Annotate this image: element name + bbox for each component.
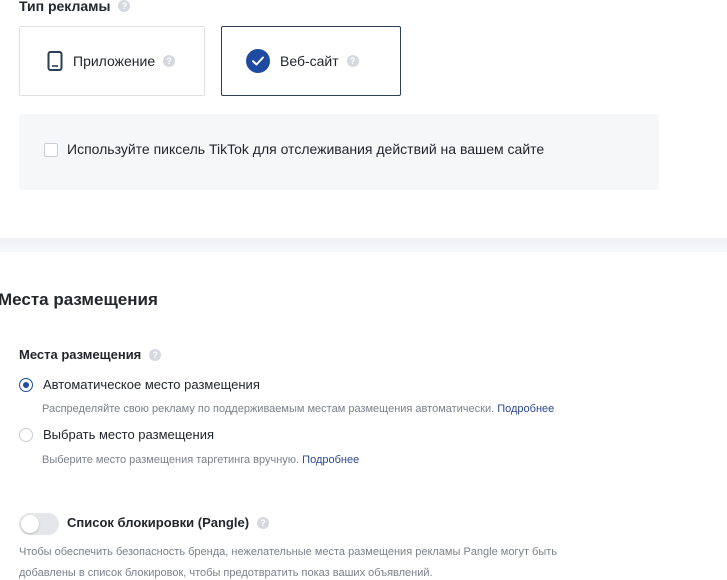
check-circle-icon [246, 49, 270, 73]
ad-type-app-option[interactable]: Приложение ? [19, 26, 205, 96]
automatic-placement-label[interactable]: Автоматическое место размещения [43, 377, 260, 392]
pixel-checkbox[interactable] [44, 143, 58, 157]
ad-type-app-label: Приложение [73, 53, 156, 69]
ad-type-website-label: Веб-сайт [280, 53, 339, 69]
tablet-icon [47, 51, 63, 71]
help-icon[interactable]: ? [149, 348, 162, 361]
placements-field-heading: Места размещения ? [19, 347, 162, 362]
manual-placement-label[interactable]: Выбрать место размещения [43, 427, 214, 442]
blocklist-description-line-2: добавлены в список блокировок, чтобы пре… [19, 567, 433, 579]
placements-section-title: Места размещения [0, 290, 158, 309]
ad-type-heading: Тип рекламы ? [19, 0, 131, 14]
help-icon[interactable]: ? [118, 0, 131, 12]
manual-placement-learn-more-link[interactable]: Подробнее [302, 454, 359, 466]
pixel-panel: Используйте пиксель TikTok для отслежива… [19, 114, 659, 190]
automatic-placement-learn-more-link[interactable]: Подробнее [497, 403, 554, 415]
blocklist-description-line-1: Чтобы обеспечить безопасность бренда, не… [19, 546, 558, 558]
blocklist-label: Список блокировки (Pangle) [67, 515, 250, 530]
ad-type-title: Тип рекламы [19, 0, 111, 14]
automatic-placement-description: Распределяйте свою рекламу по поддержива… [42, 403, 554, 415]
automatic-placement-text: Распределяйте свою рекламу по поддержива… [42, 403, 495, 415]
placements-field-label: Места размещения [19, 347, 142, 362]
campaign-settings-page: Тип рекламы ? Приложение ? Веб-сайт ? Ис… [0, 0, 727, 580]
help-icon[interactable]: ? [346, 55, 359, 67]
manual-placement-text: Выберите место размещения таргетинга вру… [42, 454, 300, 466]
ad-type-website-option[interactable]: Веб-сайт ? [221, 26, 401, 96]
pixel-checkbox-label[interactable]: Используйте пиксель TikTok для отслежива… [67, 141, 544, 157]
help-icon[interactable]: ? [257, 516, 270, 529]
automatic-placement-radio[interactable] [19, 378, 33, 392]
manual-placement-description: Выберите место размещения таргетинга вру… [42, 454, 359, 466]
manual-placement-radio[interactable] [19, 428, 33, 442]
toggle-knob [21, 515, 39, 533]
blocklist-heading: Список блокировки (Pangle) ? [67, 515, 270, 530]
section-divider [0, 238, 727, 252]
blocklist-toggle[interactable] [19, 513, 59, 535]
help-icon[interactable]: ? [163, 55, 176, 67]
blocklist-description: Чтобы обеспечить безопасность бренда, не… [19, 542, 639, 580]
